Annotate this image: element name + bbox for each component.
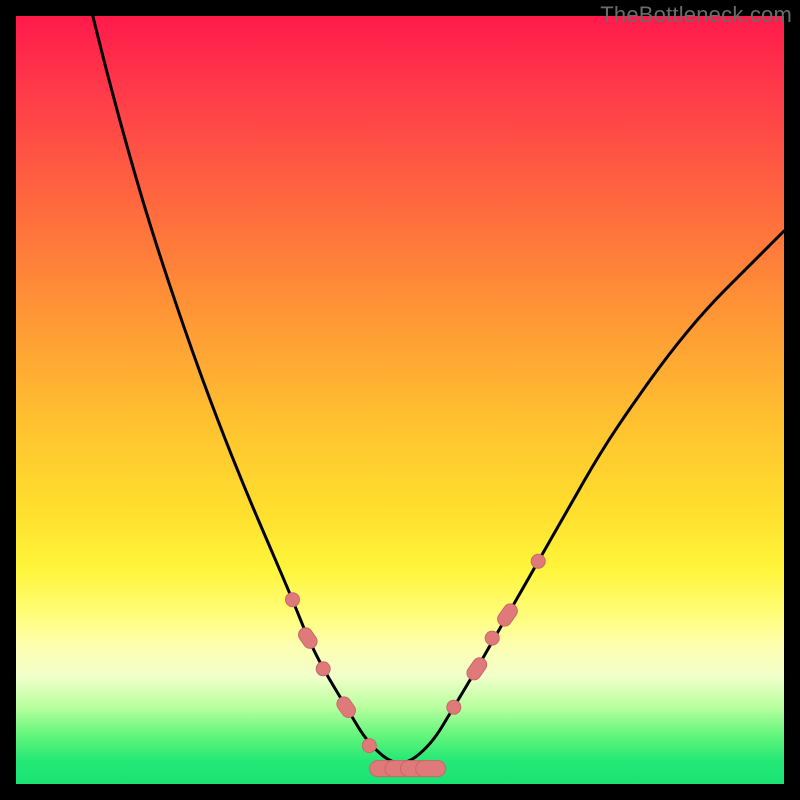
curve-marker bbox=[444, 697, 463, 716]
curve-marker bbox=[495, 601, 520, 629]
curve-marker bbox=[416, 761, 446, 777]
watermark-text: TheBottleneck.com bbox=[600, 2, 792, 28]
curve-markers bbox=[283, 552, 548, 777]
curve-marker bbox=[283, 590, 302, 609]
chart-frame: TheBottleneck.com bbox=[0, 0, 800, 800]
curve-marker bbox=[296, 625, 320, 651]
curve-marker bbox=[334, 694, 358, 720]
curve-marker bbox=[464, 655, 489, 683]
plot-area bbox=[16, 16, 784, 784]
chart-overlay bbox=[16, 16, 784, 784]
curve-marker bbox=[360, 736, 379, 755]
curve-marker bbox=[313, 659, 332, 678]
curve-marker bbox=[528, 552, 547, 571]
bottleneck-curve bbox=[93, 16, 784, 763]
